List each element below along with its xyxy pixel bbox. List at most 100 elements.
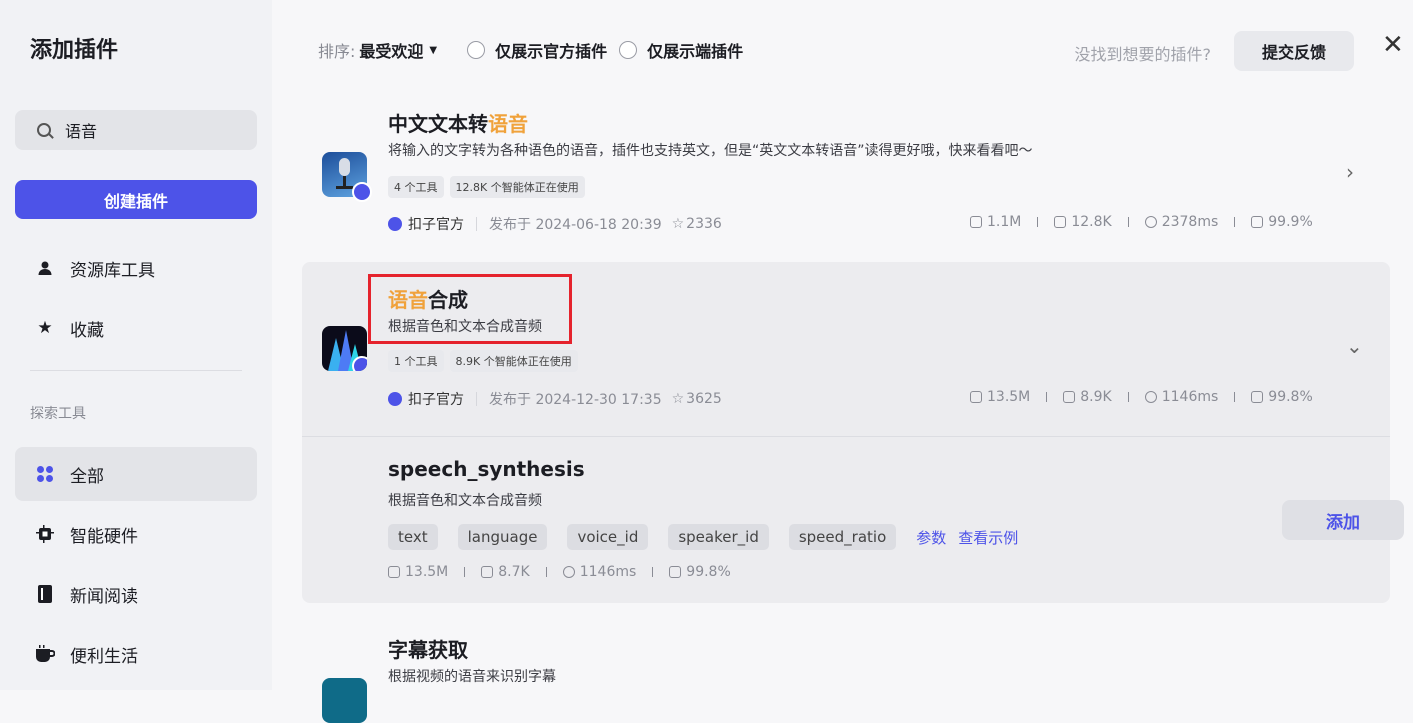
plugin-tags: 4 个工具 12.8K 个智能体正在使用 <box>388 176 591 198</box>
bot-icon <box>1054 216 1067 228</box>
feedback-button[interactable]: 提交反馈 <box>1234 31 1354 71</box>
divider <box>476 217 477 231</box>
author: 扣子官方 <box>388 389 464 409</box>
bot-icon <box>1063 391 1076 403</box>
user-icon <box>35 258 55 278</box>
author-avatar-icon <box>388 392 402 406</box>
add-tool-button[interactable]: 添加 <box>1282 500 1404 540</box>
publish-date: 发布于 2024-06-18 20:39 <box>489 217 662 233</box>
params-link[interactable]: 参数 <box>916 527 946 548</box>
clock-icon <box>1144 391 1157 403</box>
section-label-explore: 探索工具 <box>30 406 86 422</box>
official-badge-icon <box>352 182 372 202</box>
latency-stat: 1146ms <box>562 564 637 580</box>
star-icon: ★ <box>37 318 53 338</box>
bots-stat: 8.7K <box>481 564 530 580</box>
author: 扣子官方 <box>388 214 464 234</box>
sidebar-item-label: 新闻阅读 <box>70 586 138 607</box>
calls-stat: 13.5M <box>970 389 1030 405</box>
plugin-name: 字幕获取 <box>388 638 468 662</box>
filter-official-radio[interactable]: 仅展示官方插件 <box>467 38 607 62</box>
star-outline-icon: ☆ <box>671 391 685 407</box>
divider <box>1046 392 1048 402</box>
not-found-hint: 没找到想要的插件? <box>1074 45 1212 64</box>
bots-stat: 8.9K <box>1063 389 1112 405</box>
calls-value: 1.1M <box>987 214 1022 230</box>
calls-stat: 13.5M <box>388 564 448 580</box>
bots-value: 12.8K <box>1071 214 1112 230</box>
param-tag: text <box>388 524 438 550</box>
plugin-name-highlight: 语音 <box>488 112 528 136</box>
microphone-plugin-icon <box>322 152 372 202</box>
success-rate-icon <box>1251 391 1264 403</box>
success-value: 99.8% <box>686 564 731 580</box>
plugin-card[interactable]: 中文文本转语音 将输入的文字转为各种语色的语音，插件也支持英文，但是“英文文本转… <box>302 100 1390 262</box>
divider <box>476 392 477 406</box>
success-stat: 99.8% <box>669 564 731 580</box>
sidebar-item-favorites[interactable]: ★ 收藏 <box>15 301 257 355</box>
latency-stat: 1146ms <box>1144 389 1218 405</box>
divider <box>1127 392 1129 402</box>
sidebar-item-smart-hardware[interactable]: 智能硬件 <box>15 507 257 561</box>
sidebar-item-library-tools[interactable]: 资源库工具 <box>15 241 257 295</box>
latency-value: 1146ms <box>579 564 637 580</box>
radio-circle-icon[interactable] <box>467 41 486 59</box>
success-value: 99.9% <box>1268 214 1313 230</box>
author-avatar-icon <box>388 217 402 231</box>
close-icon[interactable]: ✕ <box>1382 30 1404 60</box>
search-query[interactable]: 语音 <box>65 118 97 142</box>
bots-value: 8.9K <box>1080 389 1112 405</box>
plugin-card[interactable]: 字幕获取 根据视频的语音来识别字幕 <box>302 620 1390 723</box>
sort-label: 排序: <box>318 42 356 61</box>
plugin-stats: 13.5M 8.9K 1146ms 99.8% <box>970 389 1313 405</box>
sidebar: 添加插件 语音 创建插件 资源库工具 ★ 收藏 探索工具 全部 智能硬件 新闻阅… <box>0 0 272 690</box>
clock-icon <box>562 566 575 578</box>
latency-value: 2378ms <box>1161 214 1219 230</box>
sidebar-item-convenient-life[interactable]: 便利生活 <box>15 627 257 681</box>
plugin-meta: 扣子官方 发布于 2024-06-18 20:39 ☆ 2336 <box>388 214 722 234</box>
sidebar-item-label: 智能硬件 <box>70 526 138 547</box>
view-example-link[interactable]: 查看示例 <box>958 527 1018 548</box>
sort-select[interactable]: 最受欢迎 <box>359 38 423 62</box>
divider <box>1234 392 1236 402</box>
author-name: 扣子官方 <box>408 217 464 233</box>
tool-count-tag: 1 个工具 <box>388 350 444 372</box>
dialog-title: 添加插件 <box>30 38 119 63</box>
sidebar-divider <box>30 370 242 371</box>
calls-icon <box>970 216 982 228</box>
star-outline-icon: ☆ <box>671 216 685 232</box>
tool-count-tag: 4 个工具 <box>388 176 444 198</box>
tool-params: text language voice_id speaker_id speed_… <box>388 524 1030 550</box>
chip-icon <box>35 524 55 544</box>
tool-stats: 13.5M 8.7K 1146ms 99.8% <box>388 564 731 580</box>
plugin-meta: 扣子官方 发布于 2024-12-30 17:35 ☆ 3625 <box>388 389 722 409</box>
divider <box>464 567 466 577</box>
divider <box>652 567 654 577</box>
param-tag: speaker_id <box>668 524 769 550</box>
publish-date: 发布于 2024-12-30 17:35 <box>489 392 662 408</box>
divider <box>545 567 547 577</box>
filter-official-label: 仅展示官方插件 <box>495 42 608 61</box>
filter-client-radio[interactable]: 仅展示端插件 <box>619 38 743 62</box>
cup-icon <box>35 644 55 664</box>
search-icon <box>37 123 51 137</box>
success-stat: 99.8% <box>1251 389 1313 405</box>
create-plugin-button[interactable]: 创建插件 <box>15 180 257 219</box>
plugin-name: 中文文本转语音 <box>388 108 528 137</box>
section-divider <box>302 436 1390 437</box>
sidebar-item-all[interactable]: 全部 <box>15 447 257 501</box>
chevron-down-icon[interactable]: ⌄ <box>1346 334 1363 358</box>
usage-tag: 12.8K 个智能体正在使用 <box>449 176 585 198</box>
plugin-description: 根据视频的语音来识别字幕 <box>388 669 556 685</box>
chevron-right-icon[interactable]: › <box>1346 160 1354 184</box>
caret-down-icon[interactable]: ▼ <box>429 45 437 56</box>
success-rate-icon <box>669 566 682 578</box>
success-stat: 99.9% <box>1251 214 1313 230</box>
divider <box>1037 217 1039 227</box>
calls-icon <box>388 566 400 578</box>
search-input[interactable]: 语音 <box>15 110 257 150</box>
sidebar-item-news-reading[interactable]: 新闻阅读 <box>15 567 257 621</box>
calls-value: 13.5M <box>987 389 1031 405</box>
radio-circle-icon[interactable] <box>619 41 638 59</box>
divider <box>1234 217 1236 227</box>
